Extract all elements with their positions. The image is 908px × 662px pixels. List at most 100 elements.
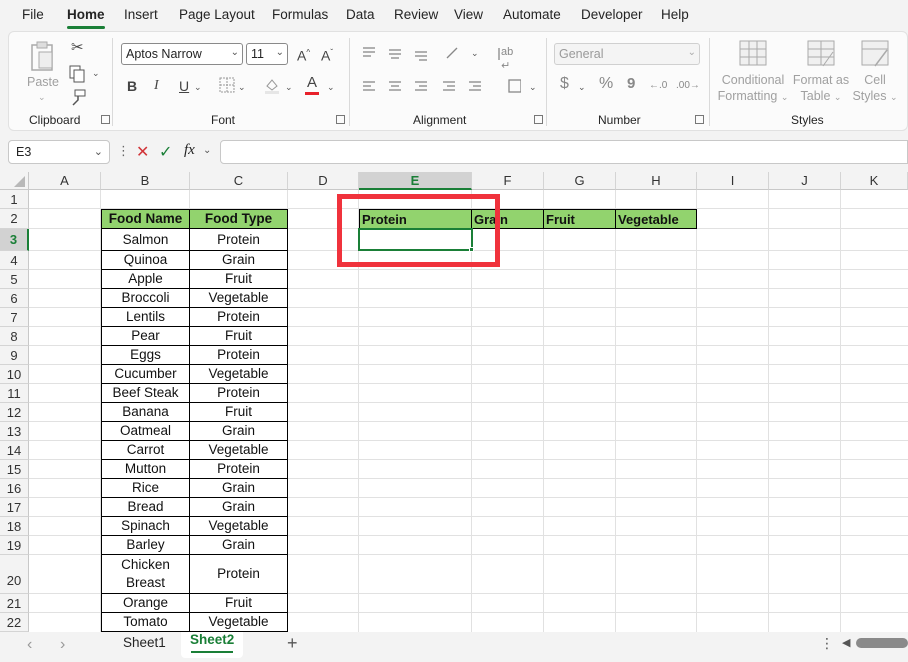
percent-icon[interactable]: % xyxy=(599,76,613,92)
table-cell-food-name[interactable]: Rice xyxy=(101,479,190,498)
row-header-4[interactable]: 4 xyxy=(0,251,29,270)
borders-icon[interactable] xyxy=(219,77,235,93)
conditional-formatting-icon[interactable] xyxy=(739,40,767,68)
next-sheet-icon[interactable]: › xyxy=(60,636,65,654)
row-header-17[interactable]: 17 xyxy=(0,498,29,517)
row-header-20[interactable]: 20 xyxy=(0,555,29,594)
table-cell-food-type[interactable]: Vegetable xyxy=(190,289,288,308)
table-cell-food-name[interactable]: Oatmeal xyxy=(101,422,190,441)
result-header-fruit[interactable]: Fruit xyxy=(544,209,616,229)
menu-page-layout[interactable]: Page Layout xyxy=(179,7,255,22)
row-header-12[interactable]: 12 xyxy=(0,403,29,422)
menu-home[interactable]: Home xyxy=(67,7,105,22)
copy-icon[interactable] xyxy=(69,65,87,83)
font-launcher-icon[interactable] xyxy=(336,115,345,124)
table-header-food-type[interactable]: Food Type xyxy=(190,209,288,229)
currency-dropdown-icon[interactable]: ⌄ xyxy=(578,82,586,93)
row-header-21[interactable]: 21 xyxy=(0,594,29,613)
cell-styles-icon[interactable] xyxy=(861,40,889,68)
cell-styles-button[interactable]: Cell Styles ⌄ xyxy=(852,72,898,105)
column-header-f[interactable]: F xyxy=(472,172,544,190)
enter-icon[interactable]: ✓ xyxy=(159,142,172,162)
row-header-8[interactable]: 8 xyxy=(0,327,29,346)
table-cell-food-type[interactable]: Protein xyxy=(190,460,288,479)
fill-color-dropdown-icon[interactable]: ⌄ xyxy=(285,82,293,93)
row-header-5[interactable]: 5 xyxy=(0,270,29,289)
paste-dropdown-icon[interactable]: ⌄ xyxy=(38,92,46,103)
font-color-dropdown-icon[interactable]: ⌄ xyxy=(327,82,335,93)
table-cell-food-type[interactable]: Fruit xyxy=(190,594,288,613)
chevron-down-icon[interactable]: ⌄ xyxy=(203,145,211,156)
fill-color-icon[interactable] xyxy=(263,76,281,94)
column-header-b[interactable]: B xyxy=(101,172,190,190)
table-cell-food-name[interactable]: Mutton xyxy=(101,460,190,479)
clipboard-launcher-icon[interactable] xyxy=(101,115,110,124)
table-cell-food-name[interactable]: Quinoa xyxy=(101,251,190,270)
table-cell-food-type[interactable]: Vegetable xyxy=(190,441,288,460)
decrease-decimal-icon[interactable]: .00→ xyxy=(676,79,700,93)
table-cell-food-name[interactable]: Broccoli xyxy=(101,289,190,308)
menu-developer[interactable]: Developer xyxy=(581,7,643,22)
copy-dropdown-icon[interactable]: ⌄ xyxy=(92,68,100,79)
number-launcher-icon[interactable] xyxy=(695,115,704,124)
table-cell-food-name[interactable]: Bread xyxy=(101,498,190,517)
shrink-font-icon[interactable]: Aˇ xyxy=(321,46,333,63)
row-header-10[interactable]: 10 xyxy=(0,365,29,384)
table-cell-food-name[interactable]: Barley xyxy=(101,536,190,555)
format-as-table-icon[interactable] xyxy=(807,40,835,68)
scroll-left-icon[interactable]: ◀ xyxy=(842,636,850,649)
column-header-d[interactable]: D xyxy=(288,172,359,190)
column-header-a[interactable]: A xyxy=(29,172,101,190)
table-cell-food-name[interactable]: Salmon xyxy=(101,229,190,251)
prev-sheet-icon[interactable]: ‹ xyxy=(27,636,32,654)
table-cell-food-name[interactable]: Cucumber xyxy=(101,365,190,384)
number-format-combo[interactable]: General ⌄ xyxy=(554,43,700,65)
grow-font-icon[interactable]: A^ xyxy=(297,46,310,63)
column-header-c[interactable]: C xyxy=(190,172,288,190)
row-header-1[interactable]: 1 xyxy=(0,190,29,209)
row-header-15[interactable]: 15 xyxy=(0,460,29,479)
table-cell-food-type[interactable]: Vegetable xyxy=(190,613,288,632)
select-all-corner[interactable] xyxy=(0,172,29,190)
column-header-k[interactable]: K xyxy=(841,172,908,190)
wrap-text-icon[interactable]: ab ↵ xyxy=(501,45,513,73)
bold-button[interactable]: B xyxy=(127,79,137,93)
horizontal-scrollbar[interactable] xyxy=(856,638,908,648)
menu-insert[interactable]: Insert xyxy=(124,7,158,22)
tab-sheet1[interactable]: Sheet1 xyxy=(123,635,166,650)
row-header-19[interactable]: 19 xyxy=(0,536,29,555)
column-header-i[interactable]: I xyxy=(697,172,769,190)
table-cell-food-type[interactable]: Fruit xyxy=(190,327,288,346)
cancel-icon[interactable]: ✕ xyxy=(136,142,149,162)
row-header-11[interactable]: 11 xyxy=(0,384,29,403)
table-cell-food-type[interactable]: Grain xyxy=(190,498,288,517)
borders-dropdown-icon[interactable]: ⌄ xyxy=(238,82,246,93)
name-box[interactable]: E3 ⌄ xyxy=(8,140,110,164)
comma-style-icon[interactable]: 9 xyxy=(627,76,635,91)
row-header-6[interactable]: 6 xyxy=(0,289,29,308)
table-cell-food-name[interactable]: Banana xyxy=(101,403,190,422)
table-cell-food-name[interactable]: Spinach xyxy=(101,517,190,536)
underline-dropdown-icon[interactable]: ⌄ xyxy=(194,82,202,93)
font-size-combo[interactable]: 11 ⌄ xyxy=(246,43,288,65)
table-cell-food-type[interactable]: Fruit xyxy=(190,270,288,289)
row-header-7[interactable]: 7 xyxy=(0,308,29,327)
menu-formulas[interactable]: Formulas xyxy=(272,7,328,22)
table-cell-food-type[interactable]: Protein xyxy=(190,346,288,365)
paste-label[interactable]: Paste xyxy=(27,75,59,89)
row-header-13[interactable]: 13 xyxy=(0,422,29,441)
tab-sheet2[interactable]: Sheet2 xyxy=(190,632,234,647)
row-header-9[interactable]: 9 xyxy=(0,346,29,365)
paste-icon[interactable] xyxy=(29,40,55,72)
merge-dropdown-icon[interactable]: ⌄ xyxy=(529,82,537,93)
menu-view[interactable]: View xyxy=(454,7,483,22)
table-cell-food-type[interactable]: Grain xyxy=(190,479,288,498)
italic-button[interactable]: I xyxy=(154,79,159,93)
more-options-icon[interactable]: ⋮ xyxy=(117,143,130,159)
table-cell-food-name[interactable]: Pear xyxy=(101,327,190,346)
font-name-combo[interactable]: Aptos Narrow ⌄ xyxy=(121,43,243,65)
row-header-14[interactable]: 14 xyxy=(0,441,29,460)
table-cell-food-name[interactable]: Tomato xyxy=(101,613,190,632)
table-cell-food-type[interactable]: Protein xyxy=(190,384,288,403)
table-cell-food-name[interactable]: Eggs xyxy=(101,346,190,365)
